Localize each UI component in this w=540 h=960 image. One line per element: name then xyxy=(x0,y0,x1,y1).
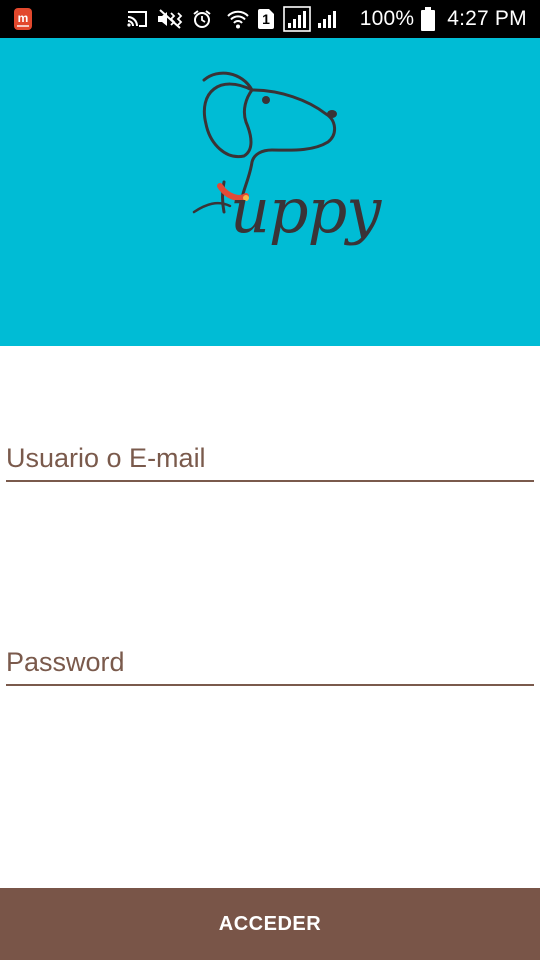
svg-text:m: m xyxy=(18,11,29,25)
app-notification-icon: m xyxy=(12,0,34,38)
username-field xyxy=(6,420,534,482)
logo-wordmark: uppy xyxy=(230,174,381,247)
password-field xyxy=(6,624,534,686)
status-bar: m 1 100% 4:27 PM xyxy=(0,0,540,38)
alarm-icon xyxy=(192,0,212,38)
battery-icon xyxy=(420,0,436,38)
clock-text: 4:27 PM xyxy=(447,7,527,30)
sim-slot-number: 1 xyxy=(262,11,270,27)
login-screen: m 1 100% 4:27 PM uppy Usuario o E-mail A… xyxy=(0,0,540,960)
wifi-icon xyxy=(226,0,250,38)
username-input[interactable] xyxy=(6,443,534,474)
login-button[interactable]: ACCEDER xyxy=(0,888,540,960)
battery-percent-text: 100% xyxy=(359,7,415,30)
battery-percent: 100% xyxy=(356,0,418,38)
cast-icon xyxy=(126,0,148,38)
password-input[interactable] xyxy=(6,647,534,678)
sim-1-icon: 1 xyxy=(256,0,276,38)
signal-secondary-icon xyxy=(316,0,340,38)
mute-vibrate-icon xyxy=(156,0,186,38)
signal-icon xyxy=(282,0,312,38)
header-banner: uppy xyxy=(0,38,540,346)
clock: 4:27 PM xyxy=(442,0,532,38)
